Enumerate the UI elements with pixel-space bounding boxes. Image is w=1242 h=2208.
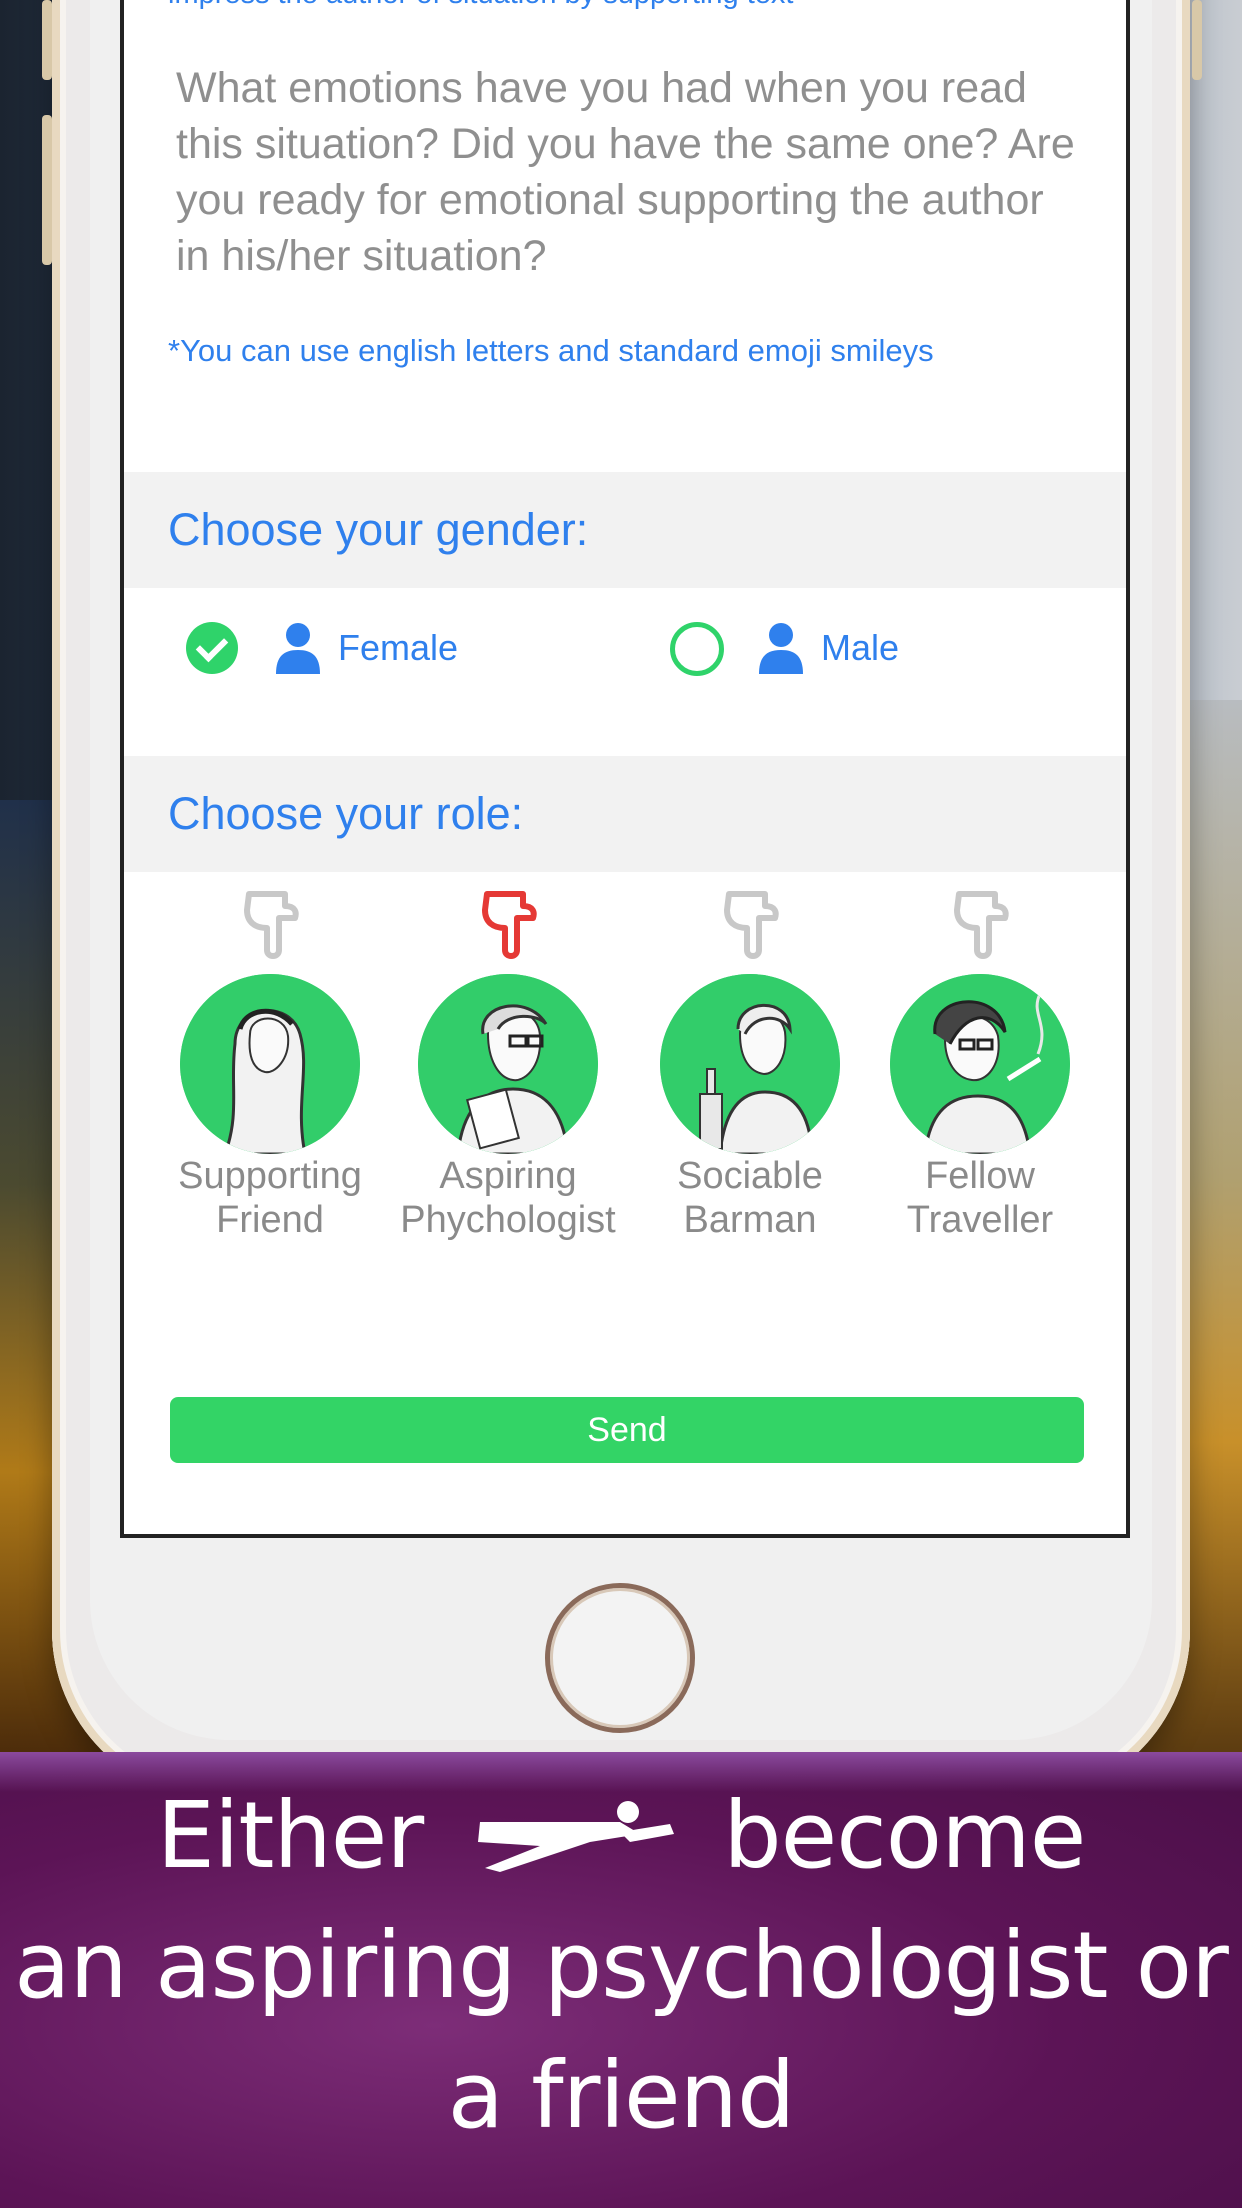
hand-pointer-icon xyxy=(482,891,537,959)
role-label-line2: Traveller xyxy=(906,1199,1054,1241)
home-button[interactable] xyxy=(545,1583,695,1733)
hand-pointer-icon xyxy=(724,891,779,959)
volume-button xyxy=(42,115,52,265)
role-label-line2: Barman xyxy=(683,1199,817,1241)
support-text-input[interactable]: What emotions have you had when you read… xyxy=(176,60,1076,284)
power-button xyxy=(1192,0,1202,80)
role-label-line1: Aspiring xyxy=(439,1155,577,1197)
volume-button xyxy=(42,0,52,80)
check-circle-icon[interactable] xyxy=(186,622,238,674)
banner-word-either: Either xyxy=(156,1782,424,1889)
banner-line-3: a friend xyxy=(447,2042,796,2149)
app-screen: impress the author of situation by suppo… xyxy=(120,0,1130,1538)
role-label-line1: Fellow xyxy=(925,1155,1035,1197)
send-button[interactable]: Send xyxy=(170,1397,1084,1463)
role-sociable-barman[interactable]: Sociable Barman xyxy=(630,888,870,1242)
aspiring-psychologist-avatar xyxy=(418,974,598,1154)
banner-line-2: an aspiring psychologist or xyxy=(14,1912,1229,2019)
person-icon xyxy=(759,623,803,674)
radio-empty-icon[interactable] xyxy=(670,622,724,676)
gender-options: Female Male xyxy=(124,590,1126,710)
role-options: Supporting Friend Aspiring Phychologist xyxy=(124,888,1126,1268)
role-label-line2: Friend xyxy=(216,1199,324,1241)
input-note: *You can use english letters and standar… xyxy=(168,333,934,368)
role-section-header: Choose your role: xyxy=(124,756,1126,872)
supporting-friend-avatar xyxy=(180,974,360,1154)
role-fellow-traveller[interactable]: Fellow Traveller xyxy=(860,888,1100,1242)
hand-pointer-icon xyxy=(954,891,1009,959)
gender-label-female: Female xyxy=(338,627,459,668)
field-hint: impress the author of situation by suppo… xyxy=(168,0,793,11)
role-section-title: Choose your role: xyxy=(168,788,524,839)
banner-word-become: become xyxy=(723,1782,1086,1889)
gender-section-header: Choose your gender: xyxy=(124,472,1126,588)
gender-label-male: Male xyxy=(821,627,900,668)
role-label-line1: Sociable xyxy=(677,1155,823,1197)
sociable-barman-avatar xyxy=(660,974,840,1154)
hand-pointer-icon xyxy=(244,891,299,959)
role-supporting-friend[interactable]: Supporting Friend xyxy=(150,888,390,1242)
paper-plane-icon xyxy=(478,1801,674,1872)
fellow-traveller-avatar xyxy=(890,974,1070,1154)
role-aspiring-psychologist[interactable]: Aspiring Phychologist xyxy=(388,888,628,1242)
gender-section-title: Choose your gender: xyxy=(168,504,589,555)
role-label-line2: Phychologist xyxy=(400,1199,616,1241)
promo-banner: Either become an aspiring psychologist or… xyxy=(0,1752,1242,2208)
person-icon xyxy=(276,623,320,674)
role-label-line1: Supporting xyxy=(178,1155,362,1197)
